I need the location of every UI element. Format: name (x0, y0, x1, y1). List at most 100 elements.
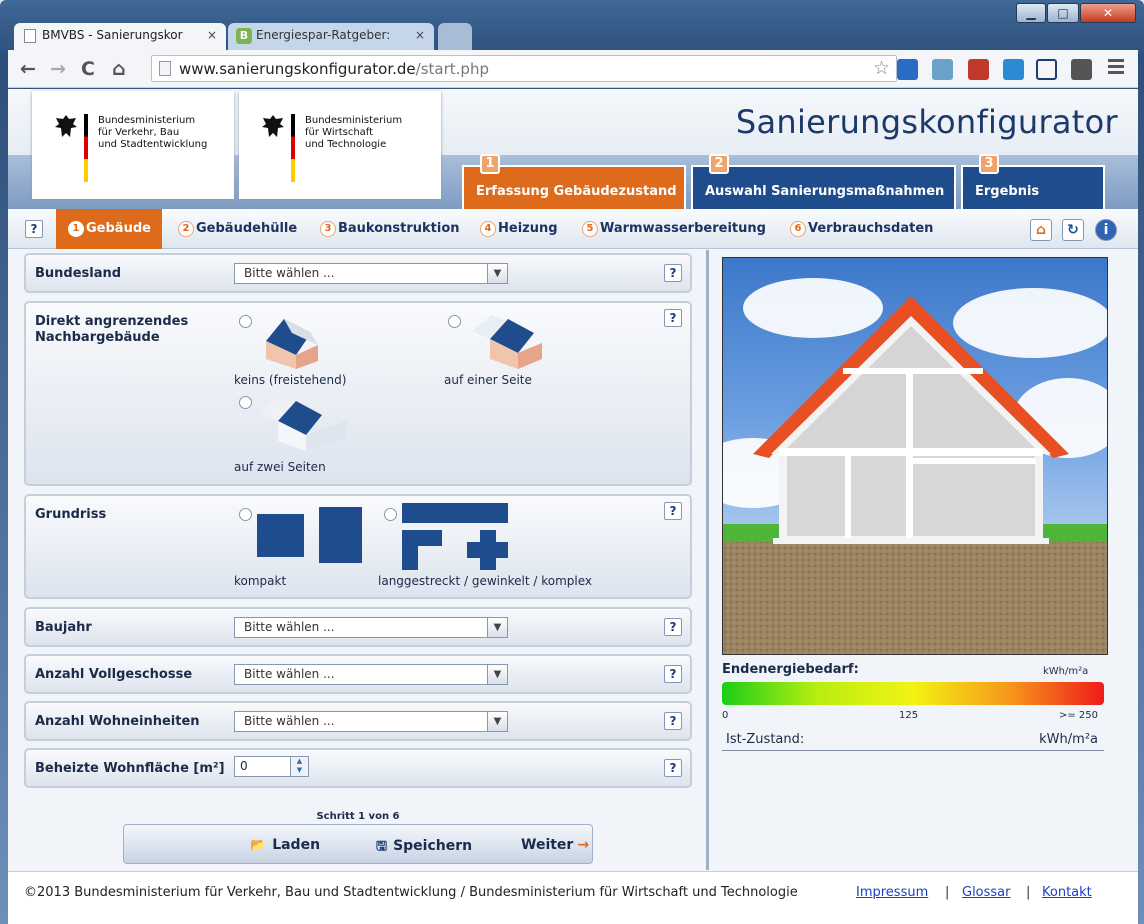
help-button[interactable]: ? (664, 618, 682, 636)
ist-zustand-label: Ist-Zustand: (726, 732, 805, 747)
help-button[interactable]: ? (664, 264, 682, 282)
help-button[interactable]: ? (664, 665, 682, 683)
subnav-item-warmwasser[interactable]: 5 Warmwasserbereitung (582, 221, 766, 237)
radio-komplex[interactable] (384, 508, 397, 521)
help-button[interactable]: ? (664, 712, 682, 730)
menu-icon[interactable] (1108, 59, 1124, 77)
nachbar-panel: Direkt angrenzendes Nachbargebäude ? kein… (24, 301, 692, 486)
copyright-text: ©2013 Bundesministerium für Verkehr, Bau… (24, 885, 798, 900)
step-auswahl[interactable]: 2 Auswahl Sanierungsmaßnahmen (691, 154, 956, 209)
browser-tab-inactive[interactable]: B Energiespar-Ratgeber: × (228, 23, 434, 50)
help-button[interactable]: ? (25, 220, 43, 238)
extension-note-icon[interactable] (1003, 59, 1024, 80)
refresh-icon[interactable]: ↻ (1062, 219, 1084, 241)
bundesland-select[interactable]: Bitte wählen ... ▼ (234, 263, 508, 284)
field-label: Baujahr (35, 620, 92, 635)
radio-zwei-seiten[interactable] (239, 396, 252, 409)
stepper-icon[interactable]: ▲ ▼ (290, 757, 308, 776)
reload-icon[interactable]: C (81, 58, 95, 80)
house-illustration (722, 257, 1108, 655)
step-ergebnis[interactable]: 3 Ergebnis (961, 154, 1105, 209)
extension-clip-icon[interactable] (1071, 59, 1092, 80)
wizard-buttons: 📂 Laden 🖫 Speichern Weiter → (123, 824, 593, 864)
radio-kompakt[interactable] (239, 508, 252, 521)
house-drawing (723, 296, 1107, 654)
eagle-icon (262, 115, 284, 137)
subnav-item-baukonstruktion[interactable]: 3 Baukonstruktion (320, 221, 460, 237)
impressum-link[interactable]: Impressum (856, 885, 928, 900)
step-erfassung[interactable]: 1 Erfassung Gebäudezustand (462, 154, 686, 209)
energy-panel: Endenergiebedarf: kWh/m²a 0 125 >= 250 I… (706, 250, 1120, 870)
ministry-name: Bundesministerium für Verkehr, Bau und Sta… (98, 115, 208, 150)
close-window-button[interactable]: ✕ (1080, 3, 1136, 23)
energy-scale-bar (722, 682, 1104, 705)
option-caption: auf zwei Seiten (234, 460, 326, 474)
home-icon[interactable]: ⌂ (112, 58, 126, 80)
address-bar[interactable]: www.sanierungskonfigurator.de/start.php … (151, 55, 897, 82)
next-button[interactable]: Weiter → (521, 837, 589, 853)
glossar-link[interactable]: Glossar (962, 885, 1011, 900)
kontakt-link[interactable]: Kontakt (1042, 885, 1092, 900)
help-button[interactable]: ? (664, 309, 682, 327)
grundriss-panel: Grundriss ? kompakt langgestreckt / gewi… (24, 494, 692, 599)
baujahr-select[interactable]: Bitte wählen ... ▼ (234, 617, 508, 638)
subnav-item-gebaeude[interactable]: 1 Gebäude (56, 209, 162, 249)
l-shape-icon (402, 530, 442, 570)
extension-x-icon[interactable] (897, 59, 918, 80)
extension-check-icon[interactable] (1036, 59, 1057, 80)
vollgeschosse-select[interactable]: Bitte wählen ... ▼ (234, 664, 508, 685)
disk-icon: 🖫 (376, 839, 388, 854)
separator: | (945, 885, 950, 900)
option-caption: kompakt (234, 574, 287, 588)
chevron-down-icon: ▼ (487, 618, 507, 637)
browser-toolbar: ← → C ⌂ www.sanierungskonfigurator.de/st… (8, 50, 1138, 88)
page-icon (24, 29, 36, 43)
close-tab-icon[interactable]: × (415, 28, 425, 42)
divider (722, 750, 1104, 751)
scale-max: >= 250 (1059, 710, 1099, 721)
app-title: Sanierungskonfigurator (735, 103, 1118, 141)
help-button[interactable]: ? (664, 759, 682, 777)
extension-pocket-icon[interactable] (932, 59, 953, 80)
extension-go-icon[interactable] (968, 59, 989, 80)
new-tab-button[interactable] (438, 23, 472, 50)
page-icon (159, 61, 171, 76)
german-flag-stripe (291, 114, 295, 182)
maximize-window-button[interactable]: □ (1047, 3, 1079, 23)
field-label: Grundriss (35, 507, 107, 522)
scale-mid: 125 (899, 710, 919, 721)
minimize-window-button[interactable]: ▁ (1016, 3, 1046, 23)
save-button[interactable]: 🖫 Speichern (376, 837, 472, 859)
browser-tab-active[interactable]: BMVBS - Sanierungskor × (14, 23, 226, 50)
back-icon[interactable]: ← (20, 58, 36, 80)
forward-icon[interactable]: → (50, 58, 66, 80)
step-label: Erfassung Gebäudezustand (476, 184, 677, 199)
rect-shape-icon (319, 507, 362, 563)
subnav-item-verbrauchsdaten[interactable]: 6 Verbrauchsdaten (790, 221, 933, 237)
folder-icon: 📂 (250, 838, 267, 853)
site-header: Bundesministerium für Verkehr, Bau und Sta… (8, 89, 1138, 209)
load-button[interactable]: 📂 Laden (250, 837, 320, 853)
step-label: Ergebnis (975, 184, 1040, 199)
bookmark-star-icon[interactable]: ☆ (873, 57, 890, 79)
subnav-item-gebaeudehuelle[interactable]: 2 Gebäudehülle (178, 221, 297, 237)
bmwi-logo[interactable]: Bundesministerium für Wirtschaft und Techn… (239, 91, 441, 199)
step-number: 1 (480, 154, 500, 174)
wohneinheiten-select[interactable]: Bitte wählen ... ▼ (234, 711, 508, 732)
radio-freistehend[interactable] (239, 315, 252, 328)
close-tab-icon[interactable]: × (207, 28, 217, 42)
help-button[interactable]: ? (664, 502, 682, 520)
baujahr-panel: Baujahr Bitte wählen ... ▼ ? (24, 607, 692, 647)
wohnflaeche-input[interactable]: 0 ▲ ▼ (234, 756, 309, 777)
subnav-item-heizung[interactable]: 4 Heizung (480, 221, 558, 237)
field-label: Bundesland (35, 266, 122, 281)
radio-einer-seite[interactable] (448, 315, 461, 328)
home-icon[interactable]: ⌂ (1030, 219, 1052, 241)
bmvbs-logo[interactable]: Bundesministerium für Verkehr, Bau und Sta… (32, 91, 234, 199)
form-area: Bundesland Bitte wählen ... ▼ ? Direkt an… (8, 250, 706, 870)
footer: ©2013 Bundesministerium für Verkehr, Bau… (8, 871, 1138, 924)
info-icon[interactable]: i (1095, 219, 1117, 241)
wohnflaeche-panel: Beheizte Wohnfläche [m²] 0 ▲ ▼ ? (24, 748, 692, 788)
house-zwei-seiten-icon (260, 397, 346, 451)
arrow-right-icon: → (577, 837, 590, 853)
